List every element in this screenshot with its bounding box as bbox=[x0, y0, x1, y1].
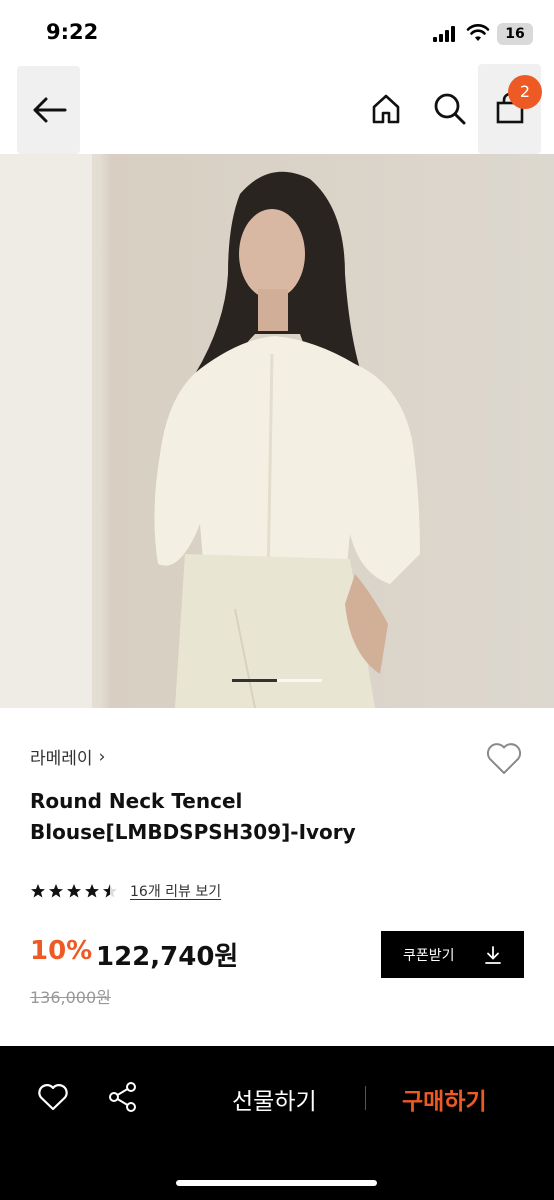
rating-stars bbox=[30, 883, 118, 899]
star-icon bbox=[67, 884, 81, 898]
gallery-indicator-track bbox=[277, 679, 322, 682]
divider bbox=[365, 1086, 366, 1110]
cellular-signal-icon bbox=[433, 26, 457, 42]
home-icon bbox=[372, 94, 400, 124]
review-link[interactable]: 16개 리뷰 보기 bbox=[130, 881, 221, 901]
heart-icon[interactable] bbox=[36, 1080, 70, 1114]
brand-link[interactable]: 라메레이 › bbox=[30, 744, 106, 770]
status-time: 9:22 bbox=[46, 20, 99, 44]
status-bar: 9:22 16 bbox=[0, 0, 554, 64]
buy-button[interactable]: 구매하기 bbox=[402, 1082, 487, 1116]
top-nav bbox=[0, 64, 554, 154]
wifi-icon bbox=[466, 24, 490, 41]
discount-rate: 10% bbox=[30, 936, 93, 966]
arrow-left-icon bbox=[33, 97, 66, 123]
share-icon[interactable] bbox=[106, 1080, 140, 1114]
search-icon bbox=[434, 93, 466, 125]
product-photo bbox=[0, 154, 554, 708]
search-button[interactable] bbox=[430, 88, 470, 130]
heart-outline-icon[interactable] bbox=[484, 738, 524, 778]
battery-level: 16 bbox=[505, 26, 525, 42]
download-icon bbox=[485, 945, 501, 964]
coupon-label: 쿠폰받기 bbox=[403, 947, 455, 964]
half-star-icon bbox=[103, 884, 117, 898]
battery-icon: 16 bbox=[497, 23, 533, 45]
home-indicator bbox=[176, 1180, 377, 1186]
product-title: Round Neck Tencel Blouse[LMBDSPSH309]-Iv… bbox=[30, 789, 356, 844]
brand-name: 라메레이 bbox=[30, 749, 93, 769]
star-icon bbox=[85, 884, 99, 898]
star-icon bbox=[31, 884, 45, 898]
star-icon bbox=[49, 884, 63, 898]
home-button[interactable] bbox=[366, 88, 406, 130]
original-price: 136,000원 bbox=[30, 988, 111, 1007]
chevron-right-icon: › bbox=[98, 746, 106, 767]
gallery-indicator-active bbox=[232, 679, 277, 682]
coupon-download-button[interactable]: 쿠폰받기 bbox=[381, 931, 524, 978]
cart-count-badge: 2 bbox=[508, 75, 542, 109]
product-image[interactable] bbox=[0, 154, 554, 708]
rating-row: 16개 리뷰 보기 bbox=[30, 880, 221, 902]
gift-button[interactable]: 선물하기 bbox=[232, 1082, 317, 1116]
back-button[interactable] bbox=[17, 66, 80, 154]
bottom-action-bar: 선물하기 구매하기 bbox=[0, 1046, 554, 1200]
sale-price: 122,740원 bbox=[96, 942, 239, 972]
